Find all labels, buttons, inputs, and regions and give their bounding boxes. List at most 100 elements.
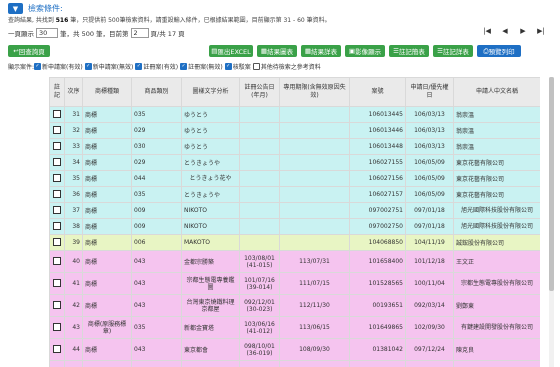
filter-reg-valid[interactable]: ✓ 註冊案(有效)	[135, 62, 178, 71]
row-checkbox[interactable]	[49, 138, 65, 155]
cell-case[interactable]: 106013445	[349, 106, 406, 123]
table-row[interactable]: 42 商標 043 台灣東京燒鐵料理京都屋 092/12/01 (30-023) 112/…	[49, 294, 540, 317]
row-checkbox[interactable]	[49, 272, 65, 295]
chevron-down-icon[interactable]: ▼	[8, 3, 23, 14]
row-checkbox[interactable]	[49, 294, 65, 317]
cell-text[interactable]: とうきょうや	[181, 154, 240, 171]
cell-case[interactable]: 097002750	[349, 218, 406, 235]
prev-page-icon[interactable]: ◀	[498, 27, 512, 37]
cell-text[interactable]: 新都金寶塔	[181, 316, 240, 339]
cell-case[interactable]: 00193651	[349, 294, 406, 317]
row-checkbox[interactable]	[49, 250, 65, 273]
table-row[interactable]: 44 商標 043 東京都會 098/10/01 (36-019) 108/09/30 01…	[49, 338, 540, 361]
next-page-icon[interactable]: ▶	[516, 27, 530, 37]
cell-case[interactable]: 106013448	[349, 138, 406, 155]
cell-case[interactable]: 106027157	[349, 186, 406, 203]
scrollbar-thumb[interactable]	[549, 77, 554, 291]
per-page-input[interactable]: 30	[36, 27, 58, 38]
checkbox-icon[interactable]: ✓	[224, 62, 232, 70]
table-row[interactable]: 41 商標 043 宗都生態電專養鑑圖 101/07/16 (39-014) 111/07…	[49, 272, 540, 295]
filter-new-invalid[interactable]: ✓ 新申請案(無效)	[84, 62, 133, 71]
col-expiry[interactable]: 專用期限(含無效原因失效)	[279, 77, 350, 107]
table-row[interactable]: 37 商標 009 NIKOTO 097002751 097/01/18 旭光國際科技股份有…	[49, 202, 540, 219]
row-checkbox[interactable]	[49, 186, 65, 203]
register-table-button[interactable]: ☰ 註記簡表	[389, 45, 429, 57]
cell-case[interactable]: 106027156	[349, 170, 406, 187]
page-select[interactable]: 2	[130, 27, 149, 38]
table-row[interactable]: 38 商標 009 NIKOTO 097002750 097/01/18 旭光國際科技股份有…	[49, 218, 540, 235]
table-row[interactable]: 35 商標 044 とうきょう花や 106027156 106/05/09 東京花藝有限公司	[49, 170, 540, 187]
cell-case[interactable]: 106027155	[349, 154, 406, 171]
cell-text[interactable]: ゆうとう	[181, 106, 240, 123]
cell-text[interactable]: 台灣東京燒鐵料理京都屋	[181, 294, 240, 317]
first-page-icon[interactable]: |◀	[480, 27, 494, 37]
cell-text[interactable]: とうきょうや	[181, 186, 240, 203]
cell-text[interactable]: NIKOTO	[181, 218, 240, 235]
checkbox-icon[interactable]: ✓	[252, 62, 260, 70]
cell-case[interactable]: 101649865	[349, 316, 406, 339]
checkbox-icon[interactable]	[53, 189, 61, 198]
checkbox-icon[interactable]	[53, 256, 61, 265]
cell-text[interactable]: ゆうとう	[181, 138, 240, 155]
col-text[interactable]: 圖樣文字分析	[181, 77, 240, 107]
cell-text[interactable]: 東京都會	[181, 338, 240, 361]
checkbox-icon[interactable]	[53, 157, 61, 166]
checkbox-icon[interactable]	[53, 109, 61, 118]
cell-text[interactable]: ゆうとう	[181, 122, 240, 139]
export-excel-button[interactable]: ▤ 匯出EXCEL	[209, 45, 253, 57]
checkbox-icon[interactable]	[53, 237, 61, 246]
row-checkbox[interactable]	[49, 202, 65, 219]
table-row[interactable]: 34 商標 029 とうきょうや 106027155 106/05/09 東京花藝有限公司	[49, 154, 540, 171]
col-class[interactable]: 商品類別	[131, 77, 182, 107]
row-checkbox[interactable]	[49, 218, 65, 235]
cell-text[interactable]: 宗都生態電專養鑑圖	[181, 272, 240, 295]
table-row[interactable]: 36 商標 035 とうきょうや 106027157 106/05/09 東京花藝有限公司	[49, 186, 540, 203]
cell-case[interactable]: 106013446	[349, 122, 406, 139]
row-checkbox[interactable]	[49, 170, 65, 187]
back-button[interactable]: ↩ 回查詢頁	[8, 45, 50, 57]
scrollbar[interactable]	[549, 77, 554, 367]
row-checkbox[interactable]	[49, 338, 65, 361]
col-applicant[interactable]: 申請人中文名稱	[453, 77, 540, 107]
table-row[interactable]: 40 商標 043 金都宗勝築 103/08/01 (41-015) 113/07/31 1…	[49, 250, 540, 273]
filter-new-valid[interactable]: ✓ 新申請案(有效)	[34, 62, 83, 71]
row-checkbox[interactable]	[49, 234, 65, 251]
cell-case[interactable]: 097002751	[349, 202, 406, 219]
cell-text[interactable]: 幸得幸京都	[181, 360, 240, 367]
result-chart-button[interactable]: ▦ 結果圖表	[257, 45, 297, 57]
cell-case[interactable]: 101673826	[349, 360, 406, 367]
checkbox-icon[interactable]	[53, 278, 61, 287]
filter-rejected[interactable]: ✓ 核駁案	[224, 62, 251, 71]
col-case[interactable]: 案號	[349, 77, 406, 107]
cell-text[interactable]: MAKOTO	[181, 234, 240, 251]
checkbox-icon[interactable]	[53, 173, 61, 182]
row-checkbox[interactable]	[49, 316, 65, 339]
checkbox-icon[interactable]	[53, 125, 61, 134]
checkbox-icon[interactable]: ✓	[34, 62, 42, 70]
filter-reference[interactable]: ✓其他待檢索之參考資料	[252, 62, 321, 71]
table-row[interactable]: 43 商標(原服務標章) 035 新都金寶塔 103/06/16 (41-012) 113…	[49, 316, 540, 339]
result-detail-button[interactable]: ▦ 結果詳表	[301, 45, 341, 57]
checkbox-icon[interactable]	[53, 141, 61, 150]
filter-reg-invalid[interactable]: ✓ 註冊案(無效)	[180, 62, 223, 71]
checkbox-icon[interactable]	[53, 300, 61, 309]
last-page-icon[interactable]: ▶|	[534, 27, 548, 37]
checkbox-icon[interactable]	[53, 344, 61, 353]
row-checkbox[interactable]	[49, 360, 65, 367]
table-row[interactable]: 31 商標 035 ゆうとう 106013445 106/03/13 翁崇溫	[49, 106, 540, 123]
row-checkbox[interactable]	[49, 106, 65, 123]
table-row[interactable]: 33 商標 030 ゆうとう 106013448 106/03/13 翁崇溫	[49, 138, 540, 155]
preview-print-button[interactable]: ⎙ 預覽列印	[477, 45, 521, 57]
cell-case[interactable]: 101658400	[349, 250, 406, 273]
cell-case[interactable]: 104068850	[349, 234, 406, 251]
cell-text[interactable]: とうきょう花や	[181, 170, 240, 187]
checkbox-icon[interactable]	[53, 221, 61, 230]
table-row[interactable]: 45商標030幸得幸京都103/11/01113/10/311016738261…	[49, 360, 540, 367]
table-row[interactable]: 39 商標 006 MAKOTO 104068850 104/11/19 誠鋐股份有限公司	[49, 234, 540, 251]
image-display-button[interactable]: ▣ 影像顯示	[345, 45, 385, 57]
col-type[interactable]: 商標種類	[82, 77, 132, 107]
checkbox-icon[interactable]: ✓	[84, 62, 92, 70]
checkbox-icon[interactable]	[53, 205, 61, 214]
checkbox-icon[interactable]: ✓	[135, 62, 143, 70]
col-seq[interactable]: 次序	[64, 77, 83, 107]
